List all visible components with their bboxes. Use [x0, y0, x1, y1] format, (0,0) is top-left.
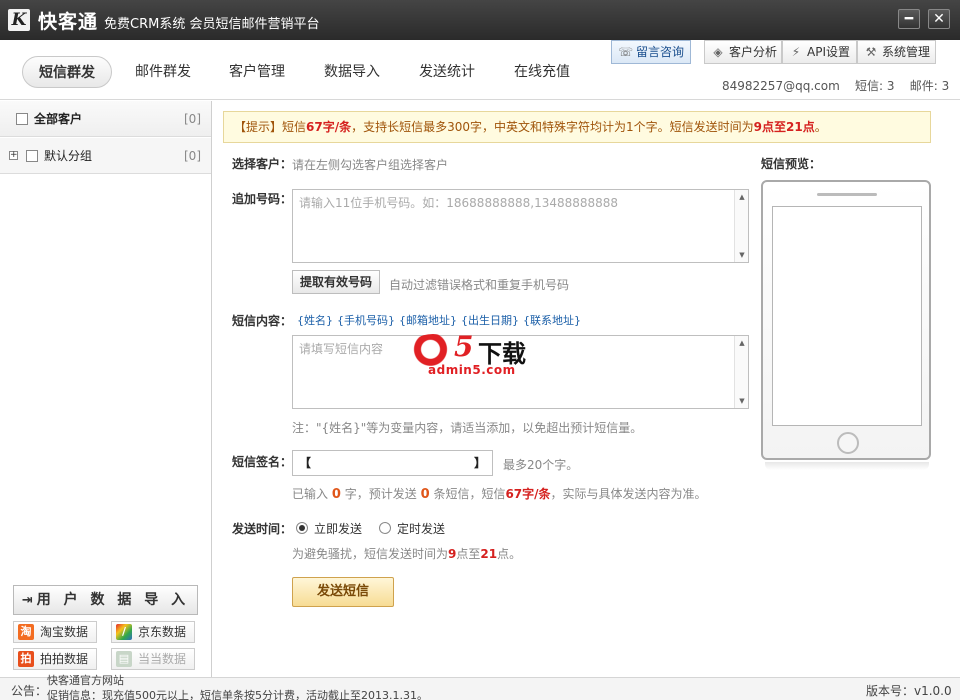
content-note: 注："{姓名}"等为变量内容，请适当添加，以免超出预计短信量。	[292, 421, 643, 435]
all-customers-row[interactable]: 全部客户 [0]	[0, 101, 211, 137]
nav-bar: 短信群发 邮件群发 客户管理 数据导入 发送统计 在线充值 ☏ 留言咨询 ◈ 客…	[0, 40, 960, 100]
all-customers-count: [0]	[184, 112, 201, 126]
notice-line-1[interactable]: 快客通官方网站	[47, 672, 124, 688]
default-group-row[interactable]: + 默认分组 [0]	[0, 138, 211, 174]
send-now-label[interactable]: 立即发送	[314, 520, 362, 537]
variable-email-link[interactable]: {邮箱地址}	[399, 312, 457, 328]
site-watermark: 5 下载 admin5.com	[404, 328, 554, 380]
scrollbar[interactable]: ▲ ▼	[734, 336, 748, 408]
minimize-button[interactable]: ━	[898, 9, 920, 29]
paipai-icon: 拍	[18, 651, 34, 667]
phone-preview	[761, 180, 931, 460]
tab-online-recharge[interactable]: 在线充值	[497, 56, 587, 88]
user-info: 84982257@qq.com 短信: 3 邮件: 3	[722, 77, 949, 94]
extract-valid-numbers-button[interactable]: 提取有效号码	[292, 270, 380, 294]
tab-email-broadcast[interactable]: 邮件群发	[118, 56, 208, 88]
count-summary: 已输入 0 字，预计发送 0 条短信，短信67字/条，实际与具体发送内容为准。	[292, 487, 707, 502]
char-count: 0	[331, 487, 341, 502]
taobao-data-button[interactable]: 淘 淘宝数据	[13, 621, 97, 643]
sms-content-label: 短信内容：	[232, 314, 293, 328]
api-settings-button[interactable]: ⚡ API设置	[782, 40, 857, 64]
extract-hint: 自动过滤错误格式和重复手机号码	[389, 278, 570, 292]
notice-bar: 公告： 快客通官方网站 促销信息：现充值500元以上，短信单条按5分计费，活动截…	[0, 674, 960, 700]
phone-number-input[interactable]: 请输入11位手机号码。如：18688888888,13488888888 ▲ ▼	[292, 189, 749, 263]
variable-address-link[interactable]: {联系地址}	[523, 312, 581, 328]
select-customer-label: 选择客户：	[232, 157, 293, 171]
mail-balance: 邮件: 3	[909, 79, 950, 93]
tab-sms-broadcast[interactable]: 短信群发	[22, 56, 112, 88]
tab-send-statistics[interactable]: 发送统计	[402, 56, 492, 88]
version-label: 版本号：v1.0.0	[866, 684, 952, 698]
signature-input[interactable]: 【 】	[292, 450, 493, 476]
user-data-import-button[interactable]: ⇥ 用 户 数 据 导 入	[13, 585, 198, 615]
notice-label: 公告：	[11, 684, 48, 698]
default-group-label: 默认分组	[44, 149, 93, 163]
signature-label: 短信签名：	[232, 455, 293, 469]
scroll-up-icon[interactable]: ▲	[735, 191, 749, 203]
taobao-icon: 淘	[18, 624, 34, 640]
tip-banner: 【提示】短信67字/条，支持长短信最多300字，中英文和特殊字符均计为1个字。短…	[223, 111, 931, 143]
plug-icon: ⚡	[791, 45, 801, 59]
signature-hint: 最多20个字。	[503, 458, 579, 472]
send-time-label: 发送时间：	[232, 522, 293, 536]
app-subtitle: 免费CRM系统 会员短信邮件营销平台	[104, 17, 320, 32]
phone-reflection	[765, 462, 929, 470]
import-icon: ⇥	[21, 593, 33, 608]
default-group-checkbox[interactable]	[26, 150, 38, 162]
tab-data-import[interactable]: 数据导入	[307, 56, 397, 88]
all-customers-label: 全部客户	[34, 112, 83, 126]
close-button[interactable]: ✕	[928, 9, 950, 29]
add-number-label: 追加号码：	[232, 192, 293, 206]
dangdang-data-button[interactable]: ▤ 当当数据	[111, 648, 195, 670]
title-bar: K 快客通 免费CRM系统 会员短信邮件营销平台 ━ ✕	[0, 0, 960, 40]
customer-analysis-button[interactable]: ◈ 客户分析	[704, 40, 782, 64]
scroll-down-icon[interactable]: ▼	[735, 395, 749, 407]
phone-screen	[772, 206, 922, 426]
jd-data-button[interactable]: / 京东数据	[111, 621, 195, 643]
chat-icon: ☏	[618, 45, 634, 59]
sms-balance: 短信: 3	[855, 79, 895, 93]
variable-birthday-link[interactable]: {出生日期}	[461, 312, 519, 328]
scroll-down-icon[interactable]: ▼	[735, 249, 749, 261]
system-management-button[interactable]: ⚒ 系统管理	[857, 40, 936, 64]
notice-line-2[interactable]: 促销信息：现充值500元以上，短信单条按5分计费，活动截止至2013.1.31。	[47, 687, 428, 700]
sms-compose-panel: 【提示】短信67字/条，支持长短信最多300字，中英文和特殊字符均计为1个字。短…	[213, 101, 960, 677]
scrollbar[interactable]: ▲ ▼	[734, 190, 748, 262]
variable-phone-link[interactable]: {手机号码}	[337, 312, 395, 328]
sms-count: 0	[420, 487, 430, 502]
user-email: 84982257@qq.com	[722, 79, 840, 93]
phone-speaker	[817, 193, 877, 196]
wrench-icon: ⚒	[865, 45, 877, 59]
phone-home-button	[837, 432, 859, 454]
sms-preview-label: 短信预览：	[761, 157, 822, 171]
default-group-count: [0]	[184, 149, 201, 163]
customer-sidebar: 全部客户 [0] + 默认分组 [0] ⇥ 用 户 数 据 导 入 淘 淘宝数据 …	[0, 101, 212, 677]
paipai-data-button[interactable]: 拍 拍拍数据	[13, 648, 97, 670]
scheduled-send-radio[interactable]	[379, 522, 391, 534]
dangdang-icon: ▤	[116, 651, 132, 667]
send-time-note: 为避免骚扰，短信发送时间为9点至21点。	[292, 547, 522, 561]
app-logo: K	[8, 9, 30, 31]
message-consult-button[interactable]: ☏ 留言咨询	[611, 40, 691, 64]
all-customers-checkbox[interactable]	[16, 113, 28, 125]
send-now-radio[interactable]	[296, 522, 308, 534]
cube-icon: ◈	[713, 45, 723, 59]
select-customer-hint: 请在左侧勾选客户组选择客户	[292, 158, 449, 172]
variable-name-link[interactable]: {姓名}	[297, 312, 333, 328]
scheduled-send-label[interactable]: 定时发送	[397, 520, 445, 537]
send-sms-button[interactable]: 发送短信	[292, 577, 394, 607]
tab-customer-management[interactable]: 客户管理	[212, 56, 302, 88]
scroll-up-icon[interactable]: ▲	[735, 337, 749, 349]
jd-icon: /	[116, 624, 132, 640]
expand-icon[interactable]: +	[9, 151, 18, 160]
app-name: 快客通	[38, 11, 99, 33]
